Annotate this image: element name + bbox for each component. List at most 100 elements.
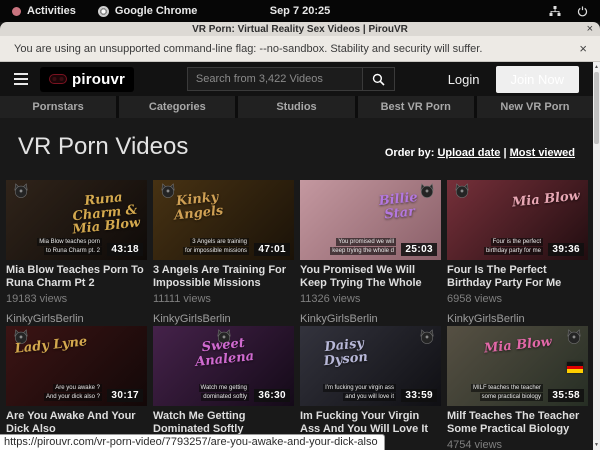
menu-item-new-vr-porn[interactable]: New VR Porn [477,96,593,118]
menu-item-best-vr-porn[interactable]: Best VR Porn [358,96,474,118]
vr-headset-icon [49,74,67,84]
thumbnail-caption: 3 Angels are trainingfor impossible miss… [183,237,249,255]
video-title[interactable]: Watch Me Getting Dominated Softly [153,410,294,436]
hamburger-menu-icon[interactable] [14,73,28,85]
search-input[interactable] [188,68,362,90]
app-menu-button[interactable]: Google Chrome [98,5,198,17]
studio-mask-icon [12,183,30,203]
infobar-message: You are using an unsupported command-lin… [14,43,482,55]
window-titlebar[interactable]: VR Porn: Virtual Reality Sex Videos | Pi… [0,22,600,36]
main-menu: PornstarsCategoriesStudiosBest VR PornNe… [0,96,593,118]
video-title[interactable]: Im Fucking Your Virgin Ass And You Will … [300,410,441,436]
video-card: Lady Lyne Are you awake ?And your dick a… [6,326,147,450]
infobar-close-icon[interactable]: × [579,36,587,62]
menu-item-studios[interactable]: Studios [238,96,354,118]
video-title[interactable]: Are You Awake And Your Dick Also [6,410,147,436]
duration-badge: 47:01 [254,243,290,256]
scroll-down-icon[interactable]: ▼ [593,441,600,449]
video-title[interactable]: 3 Angels Are Training For Impossible Mis… [153,264,294,290]
join-now-button[interactable]: Join Now [496,66,579,93]
video-card: Mia Blow MILF teaches the teachersome pr… [447,326,588,450]
scrollbar-thumb[interactable] [594,72,599,144]
video-thumbnail[interactable]: Mia Blow Four is the perfectbirthday par… [447,180,588,260]
video-title[interactable]: Milf Teaches The Teacher Some Practical … [447,410,588,436]
thumbnail-model-name: Daisy Dyson [307,335,383,370]
video-thumbnail[interactable]: Daisy Dyson I'm fucking your virgin assa… [300,326,441,406]
video-thumbnail[interactable]: Sweet Analena Watch me gettingdominated … [153,326,294,406]
video-thumbnail[interactable]: Mia Blow MILF teaches the teachersome pr… [447,326,588,406]
activities-label: Activities [27,5,76,17]
power-icon[interactable] [577,6,588,17]
vertical-scrollbar[interactable]: ▲ ▼ [593,62,600,450]
thumbnail-caption: Mia Blow teaches pornto Runa Charm pt. 2 [37,237,102,255]
video-views: 11111 views [153,293,294,306]
duration-badge: 35:58 [548,389,584,402]
thumbnail-caption: I'm fucking your virgin assand you will … [323,383,396,401]
video-views: 19183 views [6,293,147,306]
order-separator: | [500,147,509,159]
site-navbar: pirouvr Login Join Now [0,62,593,96]
video-card: Mia Blow Four is the perfectbirthday par… [447,180,588,326]
activities-button[interactable]: Activities [12,5,76,17]
menu-item-pornstars[interactable]: Pornstars [0,96,116,118]
thumbnail-caption: Watch me gettingdominated softly [199,383,249,401]
video-studio-link[interactable]: KinkyGirlsBerlin [447,313,588,326]
thumbnail-model-name: Mia Blow [508,189,583,210]
order-by: Order by: Upload date | Most viewed [385,147,575,162]
thumbnail-model-name: Sweet Analena [185,335,261,370]
video-thumbnail[interactable]: Kinky Angels 3 Angels are trainingfor im… [153,180,294,260]
thumbnail-model-name: Billie Star [361,189,437,224]
video-thumbnail[interactable]: Lady Lyne Are you awake ?And your dick a… [6,326,147,406]
search-button[interactable] [362,68,394,90]
thumbnail-model-name: Mia Blow [480,335,555,356]
video-views: 11326 views [300,293,441,306]
video-studio-link[interactable]: KinkyGirlsBerlin [300,313,441,326]
search-bar [187,67,395,91]
order-link-most-viewed[interactable]: Most viewed [510,147,575,159]
video-views: 4754 views [447,439,588,450]
network-icon[interactable] [549,6,561,17]
chrome-infobar: You are using an unsupported command-lin… [0,36,600,62]
video-studio-link[interactable]: KinkyGirlsBerlin [6,313,147,326]
order-link-upload-date[interactable]: Upload date [437,147,500,159]
activities-indicator-icon [12,7,21,16]
thumbnail-caption: MILF teaches the teachersome practical b… [471,383,543,401]
video-title[interactable]: You Promised We Will Keep Trying The Who… [300,264,441,290]
studio-mask-icon [453,183,471,203]
duration-badge: 30:17 [107,389,143,402]
video-thumbnail[interactable]: Billie Star You promised we willkeep try… [300,180,441,260]
thumbnail-model-name: Runa Charm & Mia Blow [66,189,144,237]
studio-mask-icon [418,329,436,349]
video-title[interactable]: Mia Blow Teaches Porn To Runa Charm Pt 2 [6,264,147,290]
login-link[interactable]: Login [448,72,480,87]
german-flag-icon [567,362,583,373]
thumbnail-caption: You promised we willkeep trying the whol… [330,237,396,255]
order-by-label: Order by: [385,147,435,159]
app-menu-label: Google Chrome [115,5,198,17]
scroll-up-icon[interactable]: ▲ [593,63,600,71]
video-studio-link[interactable]: KinkyGirlsBerlin [153,313,294,326]
page-content: pirouvr Login Join Now PornstarsCategori… [0,62,593,450]
video-card: Runa Charm & Mia Blow Mia Blow teaches p… [6,180,147,326]
duration-badge: 43:18 [107,243,143,256]
video-title[interactable]: Four Is The Perfect Birthday Party For M… [447,264,588,290]
video-views: 6958 views [447,293,588,306]
video-grid: Runa Charm & Mia Blow Mia Blow teaches p… [0,180,593,450]
duration-badge: 36:30 [254,389,290,402]
window-title: VR Porn: Virtual Reality Sex Videos | Pi… [0,24,600,35]
logo-text: pirouvr [72,71,125,88]
duration-badge: 25:03 [401,243,437,256]
studio-mask-icon [565,329,583,349]
clock[interactable]: Sep 7 20:25 [270,5,331,17]
video-thumbnail[interactable]: Runa Charm & Mia Blow Mia Blow teaches p… [6,180,147,260]
thumbnail-caption: Are you awake ?And your dick also ? [44,383,102,401]
video-card: Billie Star You promised we willkeep try… [300,180,441,326]
thumbnail-caption: Four is the perfectbirthday party for me [484,237,543,255]
site-logo[interactable]: pirouvr [40,67,134,92]
menu-item-categories[interactable]: Categories [119,96,235,118]
chrome-icon [98,6,109,17]
duration-badge: 33:59 [401,389,437,402]
system-top-bar: Activities Google Chrome Sep 7 20:25 [0,0,600,22]
window-close-icon[interactable]: × [587,22,593,36]
video-card: Kinky Angels 3 Angels are trainingfor im… [153,180,294,326]
